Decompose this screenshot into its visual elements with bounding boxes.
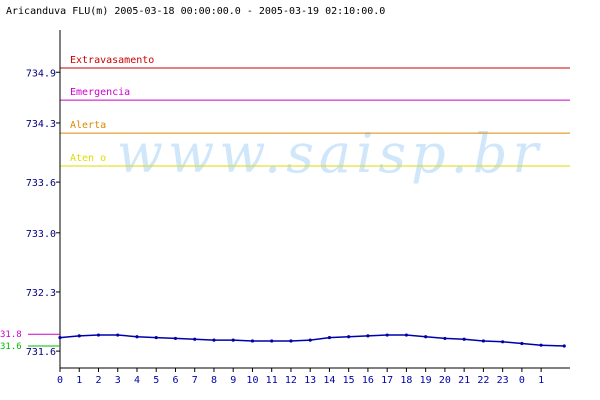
data-point	[173, 336, 178, 341]
data-point	[539, 343, 543, 347]
data-point	[212, 338, 216, 342]
data-point	[193, 337, 197, 341]
x-tick-label: 2	[95, 375, 101, 386]
data-point	[250, 339, 255, 343]
x-tick-label: 16	[362, 375, 374, 386]
threshold-label: Emergencia	[70, 87, 130, 98]
data-point	[347, 335, 351, 339]
chart-title: Aricanduva FLU(m) 2005-03-18 00:00:00.0 …	[6, 6, 385, 17]
data-point	[366, 334, 370, 338]
axes: 731.6732.3733.0733.6734.3734.90 1 2 3 4 5 6 7 8 9…	[0, 30, 570, 386]
x-tick-label: 11	[266, 375, 278, 386]
x-tick-label: 13	[304, 375, 316, 386]
data-point	[501, 340, 505, 344]
y-tick-label: 734.9	[26, 68, 56, 79]
data-point	[520, 341, 524, 346]
x-tick-label: 4	[134, 375, 140, 386]
data-series	[58, 333, 566, 348]
data-point	[270, 339, 274, 343]
data-point	[77, 334, 81, 338]
x-tick-label: 21	[458, 375, 470, 386]
x-tick-label: 9	[230, 375, 236, 386]
x-tick-label: 3	[115, 375, 121, 386]
data-point	[424, 335, 428, 339]
data-point	[327, 335, 332, 340]
x-tick-label: 7	[192, 375, 198, 386]
x-tick-label: 1	[538, 375, 544, 386]
data-point	[404, 333, 409, 337]
x-tick-label: 14	[323, 375, 335, 386]
x-tick-label: 23	[497, 375, 509, 386]
x-tick-label: 0	[57, 375, 63, 386]
x-tick-label: 8	[211, 375, 217, 386]
data-point	[443, 336, 447, 341]
x-tick-label: 0	[519, 375, 525, 386]
data-point	[231, 338, 235, 342]
watermark: www.saisp.br	[117, 122, 543, 185]
data-point	[116, 333, 120, 337]
data-point	[135, 335, 139, 339]
marker-label: 31.8	[0, 330, 22, 340]
threshold-label: Aten o	[70, 153, 106, 164]
threshold-label: Extravasamento	[70, 55, 154, 66]
data-point	[562, 344, 566, 348]
x-tick-label: 12	[285, 375, 297, 386]
data-point	[308, 338, 312, 342]
data-point	[385, 333, 389, 337]
y-tick-label: 732.3	[26, 288, 56, 299]
x-tick-label: 6	[172, 375, 178, 386]
x-tick-label: 15	[343, 375, 355, 386]
data-point	[462, 337, 466, 341]
x-tick-label: 20	[439, 375, 451, 386]
x-tick-label: 22	[477, 375, 489, 386]
data-point	[481, 339, 485, 343]
y-tick-label: 733.0	[26, 229, 56, 240]
x-tick-label: 17	[381, 375, 393, 386]
y-tick-label: 731.6	[26, 347, 56, 358]
y-tick-label: 734.3	[26, 119, 56, 130]
x-tick-label: 18	[400, 375, 412, 386]
x-tick-label: 1	[76, 375, 82, 386]
x-tick-label: 19	[420, 375, 432, 386]
y-tick-label: 733.6	[26, 178, 56, 189]
x-tick-label: 10	[246, 375, 258, 386]
chart: Aricanduva FLU(m) 2005-03-18 00:00:00.0 …	[0, 6, 570, 386]
data-point	[96, 333, 101, 337]
marker-label: 31.6	[0, 342, 22, 352]
data-point	[58, 335, 62, 340]
data-point	[154, 335, 158, 340]
data-point	[289, 339, 293, 343]
threshold-label: Alerta	[70, 120, 106, 131]
x-tick-label: 5	[153, 375, 159, 386]
